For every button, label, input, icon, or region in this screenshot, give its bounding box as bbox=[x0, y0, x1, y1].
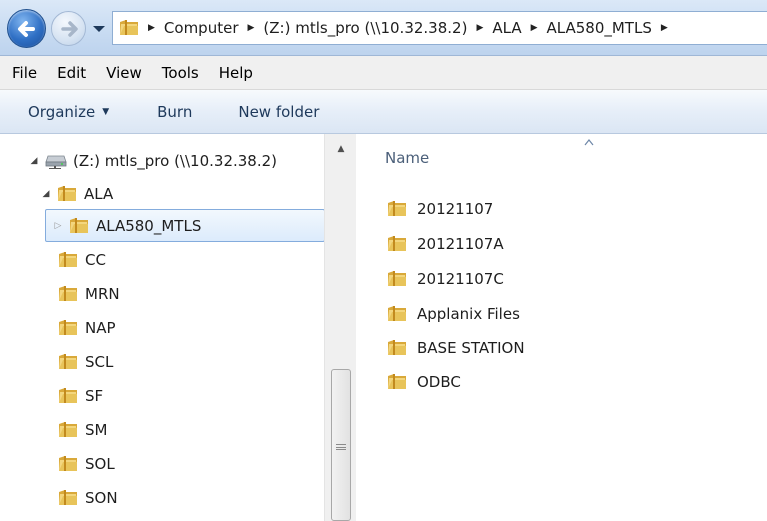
burn-button[interactable]: Burn bbox=[157, 103, 192, 121]
address-bar: ▶ Computer ▶ (Z:) mtls_pro (\\10.32.38.2… bbox=[0, 0, 767, 56]
file-item-label: ODBC bbox=[417, 373, 461, 391]
tree-item-label: SON bbox=[85, 488, 118, 507]
network-drive-icon bbox=[45, 155, 67, 169]
tree-item-label: NAP bbox=[85, 318, 116, 337]
organize-button[interactable]: Organize ▼ bbox=[28, 103, 109, 121]
scroll-thumb[interactable] bbox=[331, 369, 351, 521]
folder-icon bbox=[119, 19, 139, 37]
chevron-right-icon[interactable]: ▶ bbox=[531, 23, 538, 33]
file-item[interactable]: 20121107C bbox=[387, 264, 504, 294]
folder-icon bbox=[387, 270, 407, 288]
tree-item-cc[interactable]: CC bbox=[58, 243, 106, 276]
folder-icon bbox=[58, 489, 78, 507]
folder-icon bbox=[58, 285, 78, 303]
tree-item-label: ALA580_MTLS bbox=[96, 216, 202, 235]
folder-icon bbox=[57, 185, 77, 203]
nav-pane-scrollbar[interactable]: ▲ bbox=[324, 134, 356, 521]
file-item-label: BASE STATION bbox=[417, 339, 525, 357]
menu-bar: File Edit View Tools Help bbox=[0, 56, 767, 90]
file-item[interactable]: BASE STATION bbox=[387, 333, 525, 363]
tree-item-drive[interactable]: ◢ (Z:) mtls_pro (\\10.32.38.2) bbox=[29, 144, 277, 177]
new-folder-button[interactable]: New folder bbox=[238, 103, 319, 121]
forward-button[interactable] bbox=[51, 11, 86, 46]
forward-arrow-icon bbox=[61, 21, 78, 37]
folder-icon bbox=[58, 421, 78, 439]
file-item-label: 20121107A bbox=[417, 235, 504, 253]
folder-icon bbox=[387, 200, 407, 218]
file-item[interactable]: 20121107 bbox=[387, 194, 493, 224]
breadcrumb-item-drive[interactable]: (Z:) mtls_pro (\\10.32.38.2) bbox=[263, 19, 467, 37]
chevron-right-icon[interactable]: ▶ bbox=[476, 23, 483, 33]
recent-pages-dropdown-icon[interactable] bbox=[91, 19, 107, 37]
chevron-right-icon[interactable]: ▶ bbox=[248, 23, 255, 33]
tree-item-son[interactable]: SON bbox=[58, 481, 118, 514]
menu-view[interactable]: View bbox=[94, 64, 142, 82]
file-item[interactable]: Applanix Files bbox=[387, 299, 520, 329]
folder-icon bbox=[69, 217, 89, 235]
folder-icon bbox=[58, 251, 78, 269]
scroll-up-icon[interactable]: ▲ bbox=[325, 134, 357, 164]
menu-help[interactable]: Help bbox=[207, 64, 253, 82]
file-list-pane: Name 20121107 20121107A 20121107C Applan… bbox=[357, 134, 767, 521]
file-item[interactable]: ODBC bbox=[387, 367, 461, 397]
tree-item-ala[interactable]: ◢ ALA bbox=[41, 177, 114, 210]
command-bar: Organize ▼ Burn New folder bbox=[0, 90, 767, 134]
expanded-arrow-icon[interactable]: ◢ bbox=[29, 156, 39, 166]
folder-icon bbox=[58, 319, 78, 337]
breadcrumb-item-computer[interactable]: Computer bbox=[164, 19, 239, 37]
breadcrumb-item-ala[interactable]: ALA bbox=[492, 19, 521, 37]
breadcrumb-item-ala580-mtls[interactable]: ALA580_MTLS bbox=[547, 19, 652, 37]
tree-item-ala580-mtls[interactable]: ▷ ALA580_MTLS bbox=[45, 209, 325, 242]
breadcrumb[interactable]: ▶ Computer ▶ (Z:) mtls_pro (\\10.32.38.2… bbox=[112, 11, 767, 45]
folder-icon bbox=[387, 339, 407, 357]
tree-item-scl[interactable]: SCL bbox=[58, 345, 113, 378]
grip-icon bbox=[336, 444, 346, 450]
chevron-down-icon: ▼ bbox=[102, 106, 110, 117]
file-item-label: 20121107C bbox=[417, 270, 504, 288]
tree-item-label: SF bbox=[85, 386, 104, 405]
tree-item-sol[interactable]: SOL bbox=[58, 447, 115, 480]
folder-icon bbox=[387, 373, 407, 391]
tree-item-label: CC bbox=[85, 250, 106, 269]
column-header-name[interactable]: Name bbox=[385, 149, 429, 167]
chevron-right-icon[interactable]: ▶ bbox=[661, 23, 668, 33]
sort-ascending-icon bbox=[584, 139, 594, 146]
folder-icon bbox=[387, 305, 407, 323]
collapsed-arrow-icon[interactable]: ▷ bbox=[53, 221, 63, 231]
folder-icon bbox=[387, 235, 407, 253]
folder-icon bbox=[58, 353, 78, 371]
tree-item-nap[interactable]: NAP bbox=[58, 311, 116, 344]
chevron-right-icon[interactable]: ▶ bbox=[148, 23, 155, 33]
tree-item-sf[interactable]: SF bbox=[58, 379, 103, 412]
organize-label: Organize bbox=[28, 102, 96, 121]
file-item[interactable]: 20121107A bbox=[387, 229, 504, 259]
tree-item-sm[interactable]: SM bbox=[58, 413, 107, 446]
tree-item-label: (Z:) mtls_pro (\\10.32.38.2) bbox=[73, 151, 278, 170]
tree-item-label: SCL bbox=[85, 352, 114, 371]
tree-item-label: SOL bbox=[85, 454, 115, 473]
tree-item-label: MRN bbox=[85, 284, 120, 303]
back-arrow-icon bbox=[18, 21, 35, 37]
tree-item-label: SM bbox=[85, 420, 108, 439]
expanded-arrow-icon[interactable]: ◢ bbox=[41, 189, 51, 199]
folder-icon bbox=[58, 387, 78, 405]
tree-item-label: ALA bbox=[84, 184, 114, 203]
file-item-label: 20121107 bbox=[417, 200, 494, 218]
navigation-pane: ◢ (Z:) mtls_pro (\\10.32.38.2) ◢ ALA ▷ A… bbox=[0, 134, 356, 521]
folder-icon bbox=[58, 455, 78, 473]
menu-tools[interactable]: Tools bbox=[150, 64, 199, 82]
menu-file[interactable]: File bbox=[0, 64, 37, 82]
file-item-label: Applanix Files bbox=[417, 305, 520, 323]
menu-edit[interactable]: Edit bbox=[45, 64, 86, 82]
back-button[interactable] bbox=[7, 9, 46, 48]
tree-item-mrn[interactable]: MRN bbox=[58, 277, 120, 310]
